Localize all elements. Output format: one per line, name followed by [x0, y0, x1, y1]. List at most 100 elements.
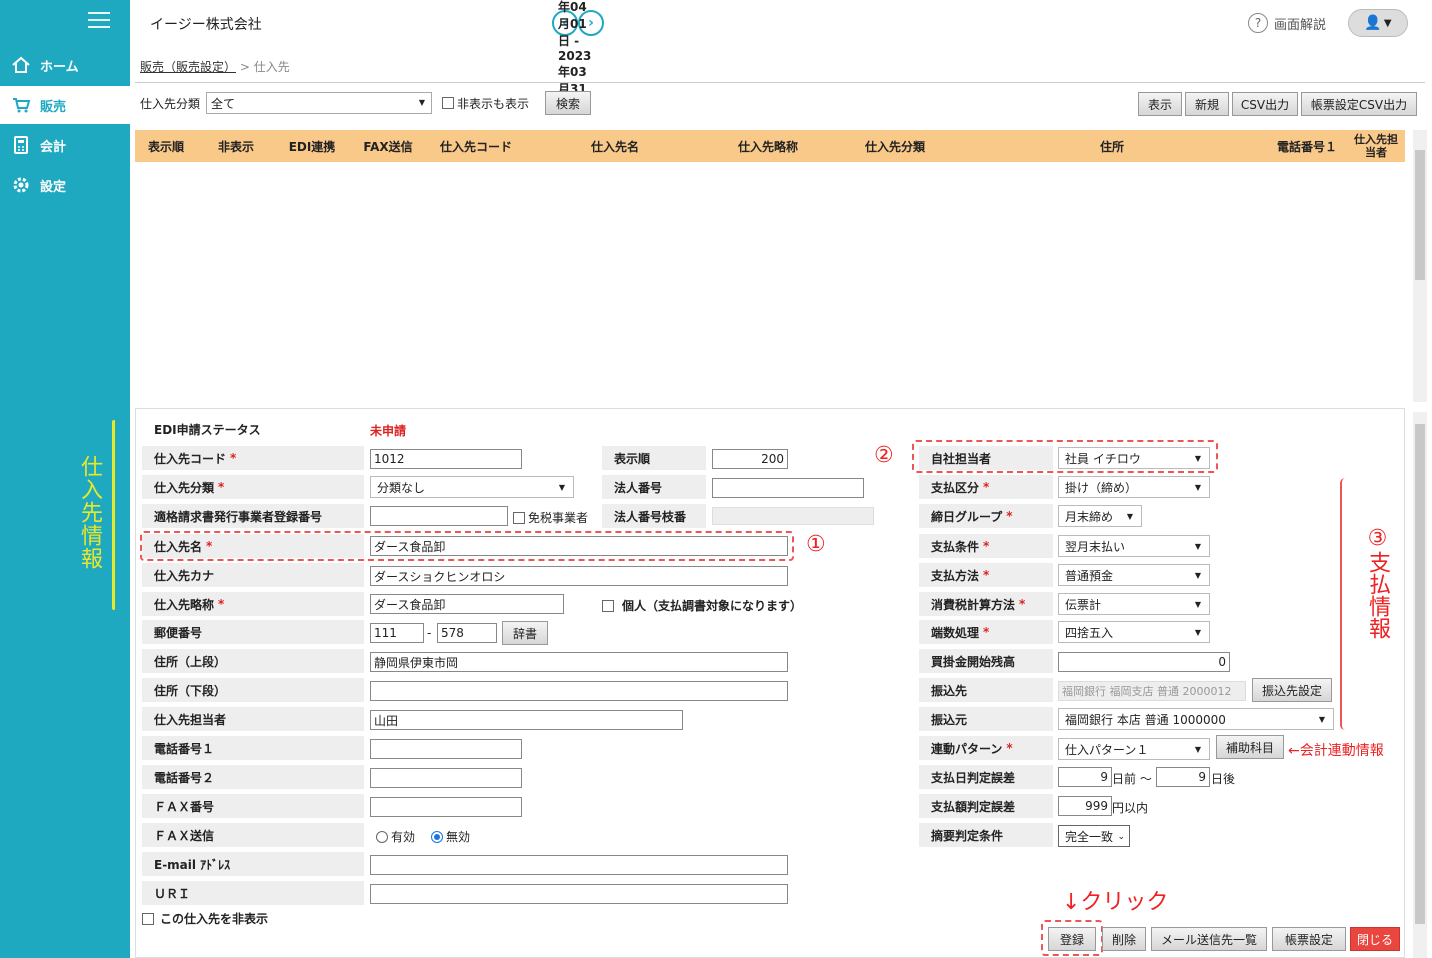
supplier-code-input[interactable]: 1012: [370, 449, 522, 469]
filter-value: 全て: [211, 96, 236, 111]
new-button[interactable]: 新規: [1185, 92, 1229, 116]
scroll-thumb[interactable]: [1415, 424, 1425, 924]
close-group-select[interactable]: 月末締め ▼: [1058, 505, 1142, 527]
pay-term-select[interactable]: 翌月末払い ▼: [1058, 535, 1210, 557]
col-code[interactable]: 仕入先コード: [427, 138, 525, 155]
scroll-thumb[interactable]: [1415, 150, 1425, 280]
tax-method-select[interactable]: 伝票計 ▼: [1058, 593, 1210, 615]
cart-icon: [10, 94, 32, 116]
breadcrumb-parent[interactable]: 販売（販売設定）: [140, 60, 236, 74]
hide-supplier-option[interactable]: この仕入先を非表示: [142, 910, 268, 927]
pay-amount-tolerance-label: 支払額判定誤差: [919, 794, 1053, 818]
invoice-number-input[interactable]: [370, 506, 508, 526]
supplier-kana-label: 仕入先カナ: [142, 563, 364, 587]
uri-input[interactable]: [370, 884, 788, 904]
tel1-input[interactable]: [370, 739, 522, 759]
individual-checkbox[interactable]: [602, 599, 614, 612]
col-address[interactable]: 住所: [959, 138, 1265, 155]
user-menu-button[interactable]: 👤 ▼: [1348, 9, 1408, 37]
chevron-down-icon: ⌄: [1117, 832, 1125, 842]
taxfree-checkbox[interactable]: [513, 511, 525, 524]
days-before-input[interactable]: 9: [1058, 767, 1112, 787]
search-button[interactable]: 検索: [545, 91, 592, 115]
zip2-input[interactable]: 578: [437, 623, 497, 643]
col-fax[interactable]: FAX送信: [349, 138, 427, 155]
days-after-input[interactable]: 9: [1156, 767, 1210, 787]
form-setting-button[interactable]: 帳票設定: [1272, 927, 1346, 951]
address1-input[interactable]: 静岡県伊東市岡: [370, 652, 788, 672]
supplier-kana-input[interactable]: ダースショクヒンオロシ: [370, 566, 788, 586]
fax-input[interactable]: [370, 797, 522, 817]
help-link[interactable]: ? 画面解説: [1248, 13, 1326, 33]
corp-branch-input[interactable]: [712, 507, 874, 525]
delete-button[interactable]: 削除: [1102, 927, 1146, 951]
taxfree-option[interactable]: 免税事業者: [513, 509, 588, 526]
dictionary-button[interactable]: 辞書: [502, 621, 548, 645]
hamburger-menu-icon[interactable]: [88, 12, 110, 30]
form-csv-export-button[interactable]: 帳票設定CSV出力: [1301, 92, 1417, 116]
show-hidden-option[interactable]: 非表示も表示: [442, 95, 529, 112]
zip1-input[interactable]: 111: [370, 623, 424, 643]
transfer-settings-button[interactable]: 振込先設定: [1252, 678, 1332, 702]
gear-icon: [10, 174, 32, 196]
fax-off-radio[interactable]: [431, 830, 444, 843]
show-hidden-checkbox[interactable]: [442, 97, 455, 109]
address2-input[interactable]: [370, 681, 788, 701]
email-input[interactable]: [370, 855, 788, 875]
col-hidden[interactable]: 非表示: [197, 138, 275, 155]
amount-tolerance-input[interactable]: 999: [1058, 796, 1112, 816]
hide-supplier-checkbox[interactable]: [142, 912, 154, 925]
invoice-number-label: 適格請求書発行事業者登録番号: [142, 504, 364, 528]
supplier-class-select[interactable]: 分類なし ▼: [370, 476, 574, 498]
annotation-2: ②: [874, 443, 894, 468]
close-button[interactable]: 閉じる: [1350, 927, 1400, 951]
supplier-class-filter-select[interactable]: 全て ▼: [206, 92, 433, 114]
fax-on-radio[interactable]: [376, 830, 388, 843]
question-icon: ?: [1248, 13, 1268, 33]
col-person[interactable]: 仕入先担当者: [1349, 133, 1403, 159]
tel2-input[interactable]: [370, 768, 522, 788]
col-name[interactable]: 仕入先名: [525, 138, 705, 155]
link-pattern-select[interactable]: 仕入パターン１ ▼: [1058, 738, 1210, 760]
ap-opening-input[interactable]: 0: [1058, 652, 1230, 672]
sidebar-item-sales[interactable]: 販売: [0, 86, 130, 124]
sidebar-item-label: 会計: [40, 139, 67, 155]
col-short[interactable]: 仕入先略称: [705, 138, 831, 155]
sidebar-item-label: 販売: [40, 99, 67, 115]
aux-account-button[interactable]: 補助科目: [1216, 735, 1284, 759]
memo-condition-select[interactable]: 完全一致 ⌄: [1058, 825, 1130, 847]
col-order[interactable]: 表示順: [135, 138, 197, 155]
transfer-from-select[interactable]: 福岡銀行 本店 普通 1000000 ▼: [1058, 708, 1334, 730]
list-scrollbar[interactable]: [1413, 130, 1427, 402]
display-order-input[interactable]: 200: [712, 449, 788, 469]
chevron-down-icon: ▼: [418, 98, 426, 107]
transfer-to-input[interactable]: 福岡銀行 福岡支店 普通 2000012: [1058, 681, 1246, 701]
rounding-label: 端数処理 *: [919, 620, 1053, 644]
col-class[interactable]: 仕入先分類: [831, 138, 959, 155]
pay-type-select[interactable]: 掛け（締め） ▼: [1058, 476, 1210, 498]
fax-label: ＦＡＸ番号: [142, 794, 364, 818]
corp-number-label: 法人番号: [602, 475, 706, 499]
display-button[interactable]: 表示: [1138, 92, 1182, 116]
csv-export-button[interactable]: CSV出力: [1232, 92, 1298, 116]
supplier-person-input[interactable]: 山田: [370, 710, 683, 730]
mail-list-button[interactable]: メール送信先一覧: [1151, 927, 1267, 951]
staff-select[interactable]: 社員 イチロウ ▼: [1058, 447, 1210, 469]
memo-condition-label: 摘要判定条件: [919, 823, 1053, 847]
individual-option[interactable]: 個人（支払調書対象になります）: [602, 597, 802, 614]
annotation-click: ↓クリック: [1062, 890, 1169, 915]
form-scrollbar[interactable]: [1413, 412, 1427, 958]
sidebar-item-settings[interactable]: 設定: [0, 166, 130, 204]
sidebar-item-accounting[interactable]: 会計: [0, 126, 130, 164]
corp-number-input[interactable]: [712, 478, 864, 498]
rounding-select[interactable]: 四捨五入 ▼: [1058, 621, 1210, 643]
annotation-1: ①: [806, 532, 826, 557]
tel1-label: 電話番号１: [142, 736, 364, 760]
pay-method-select[interactable]: 普通預金 ▼: [1058, 564, 1210, 586]
sidebar-item-home[interactable]: ホーム: [0, 46, 130, 84]
supplier-short-input[interactable]: ダース食品卸: [370, 594, 564, 614]
pay-term-label: 支払条件 *: [919, 534, 1053, 558]
col-edi[interactable]: EDI連携: [275, 138, 349, 155]
col-tel[interactable]: 電話番号１: [1265, 138, 1349, 155]
register-button[interactable]: 登録: [1048, 927, 1096, 951]
